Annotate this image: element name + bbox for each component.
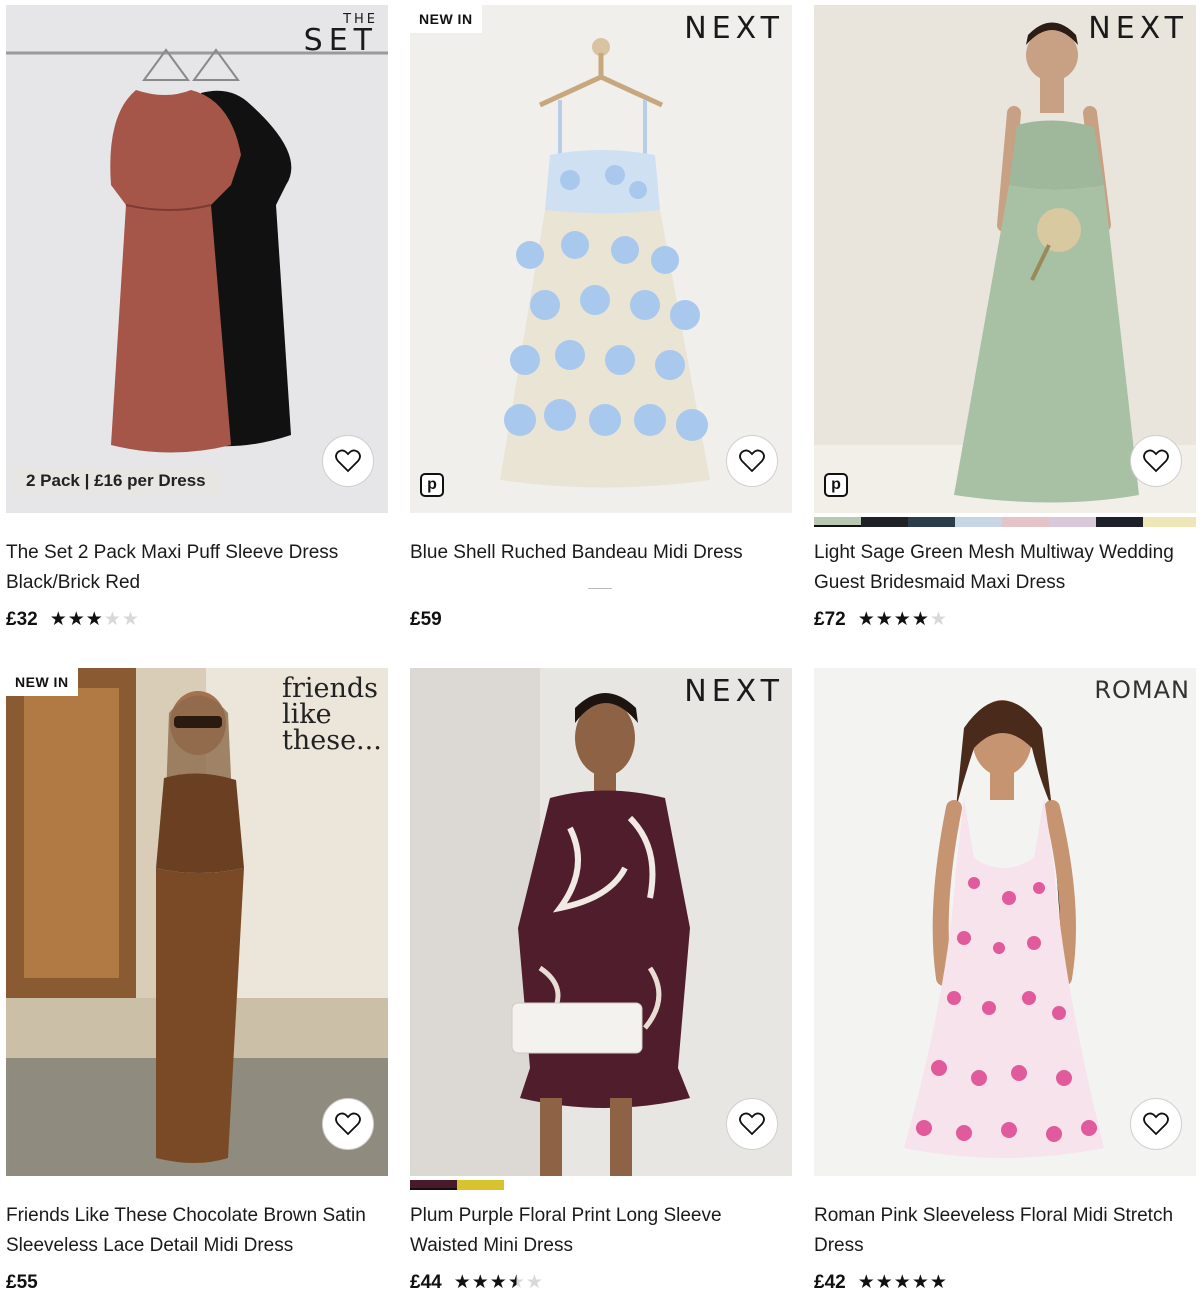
- star-icon: ★: [893, 1272, 911, 1293]
- colour-swatch[interactable]: [1002, 517, 1049, 527]
- star-icon: ★: [875, 609, 893, 630]
- favourite-button[interactable]: [726, 435, 778, 487]
- brand-logo: friends like these...: [282, 675, 382, 756]
- price-row: £55: [6, 1272, 50, 1293]
- star-icon: ★: [67, 609, 85, 630]
- star-icon: ★: [49, 609, 67, 630]
- star-icon: ★: [911, 1272, 929, 1293]
- product-image[interactable]: ROMAN: [814, 668, 1196, 1176]
- price-row: £42 ★ ★ ★ ★ ★: [814, 1272, 947, 1293]
- colour-swatch[interactable]: [908, 517, 955, 527]
- heart-icon: [739, 1112, 765, 1136]
- colour-swatch[interactable]: [1049, 517, 1096, 527]
- p-badge-icon: p: [824, 473, 848, 497]
- star-icon: ★: [489, 1272, 507, 1293]
- heart-icon: [335, 449, 361, 473]
- product-image[interactable]: NEW IN NEXT p: [410, 5, 792, 513]
- star-icon: ★: [875, 1272, 893, 1293]
- colour-swatches: [410, 1180, 792, 1190]
- colour-swatch[interactable]: [861, 517, 908, 527]
- new-in-badge: NEW IN: [6, 668, 78, 696]
- star-icon: ★: [453, 1272, 471, 1293]
- rating-stars: ★ ★ ★ ★ ★: [454, 1273, 543, 1293]
- colour-swatch[interactable]: [1143, 517, 1196, 527]
- favourite-button[interactable]: [322, 1098, 374, 1150]
- brand-logo: NEXT: [684, 674, 784, 709]
- product-title[interactable]: Plum Purple Floral Print Long Sleeve Wai…: [410, 1201, 792, 1261]
- no-rating-divider: [588, 588, 612, 589]
- heart-icon: [335, 1112, 361, 1136]
- product-card[interactable]: NEXT Plum Purple Floral Print Long Sleev…: [410, 668, 792, 1293]
- brand-logo: NEXT: [1088, 11, 1188, 46]
- star-icon: ★: [911, 609, 929, 630]
- price-row: £44 ★ ★ ★ ★ ★: [410, 1272, 543, 1293]
- p-badge-icon: p: [420, 473, 444, 497]
- product-grid: THE SET 2 Pack | £16 per Dress The Set 2…: [0, 0, 1200, 1293]
- product-title[interactable]: Friends Like These Chocolate Brown Satin…: [6, 1201, 388, 1261]
- star-icon: ★: [857, 609, 875, 630]
- product-price: £44: [410, 1272, 442, 1293]
- colour-swatch[interactable]: [457, 1180, 504, 1190]
- star-icon: ★: [471, 1272, 489, 1293]
- favourite-button[interactable]: [1130, 435, 1182, 487]
- product-image[interactable]: NEW IN friends like these...: [6, 668, 388, 1176]
- product-title[interactable]: Roman Pink Sleeveless Floral Midi Stretc…: [814, 1201, 1196, 1261]
- rating-stars: ★ ★ ★ ★ ★: [50, 610, 139, 630]
- product-title[interactable]: Blue Shell Ruched Bandeau Midi Dress: [410, 538, 792, 568]
- product-price: £55: [6, 1272, 38, 1293]
- star-icon: ★: [857, 1272, 875, 1293]
- product-price: £59: [410, 609, 442, 630]
- product-price: £42: [814, 1272, 846, 1293]
- product-card[interactable]: THE SET 2 Pack | £16 per Dress The Set 2…: [6, 5, 388, 630]
- product-price: £72: [814, 609, 846, 630]
- multipack-banner: 2 Pack | £16 per Dress: [14, 467, 220, 495]
- star-icon: ★: [929, 1272, 947, 1293]
- brand-logo: THE SET: [304, 13, 378, 56]
- star-icon: ★: [893, 609, 911, 630]
- dress-photo: [814, 5, 1196, 513]
- dress-photo: [410, 5, 792, 513]
- heart-icon: [1143, 449, 1169, 473]
- heart-icon: [739, 449, 765, 473]
- star-icon: ★: [85, 609, 103, 630]
- dress-photo: [410, 668, 792, 1176]
- star-icon: ★: [929, 609, 947, 630]
- product-image[interactable]: THE SET 2 Pack | £16 per Dress: [6, 5, 388, 513]
- product-image[interactable]: NEXT p: [814, 5, 1196, 513]
- favourite-button[interactable]: [322, 435, 374, 487]
- product-price: £32: [6, 609, 38, 630]
- brand-logo-line: SET: [303, 23, 378, 58]
- product-title[interactable]: Light Sage Green Mesh Multiway Wedding G…: [814, 538, 1196, 598]
- favourite-button[interactable]: [726, 1098, 778, 1150]
- colour-swatches: [814, 517, 1196, 527]
- colour-swatch[interactable]: [955, 517, 1002, 527]
- colour-swatch[interactable]: [410, 1180, 457, 1190]
- rating-stars: ★ ★ ★ ★ ★: [858, 610, 947, 630]
- price-row: £59: [410, 609, 454, 631]
- rating-stars: ★ ★ ★ ★ ★: [858, 1273, 947, 1293]
- product-card[interactable]: NEW IN NEXT p Blue Shell Ruched Bandeau …: [410, 5, 792, 630]
- dress-photo: [6, 5, 388, 513]
- brand-logo: NEXT: [684, 11, 784, 46]
- product-card[interactable]: NEXT p Light Sage Green Mesh Multiway We…: [814, 5, 1196, 630]
- star-icon: ★: [121, 609, 139, 630]
- favourite-button[interactable]: [1130, 1098, 1182, 1150]
- brand-logo-line: these...: [282, 725, 382, 756]
- new-in-badge: NEW IN: [410, 5, 482, 33]
- colour-swatch[interactable]: [814, 517, 861, 527]
- product-image[interactable]: NEXT: [410, 668, 792, 1176]
- product-title[interactable]: The Set 2 Pack Maxi Puff Sleeve Dress Bl…: [6, 538, 388, 598]
- price-row: £32 ★ ★ ★ ★ ★: [6, 609, 139, 631]
- price-row: £72 ★ ★ ★ ★ ★: [814, 609, 947, 631]
- star-icon: ★: [103, 609, 121, 630]
- product-card[interactable]: ROMAN Roman Pink Sleeveless Floral Midi …: [814, 668, 1196, 1293]
- star-icon: ★: [525, 1272, 543, 1293]
- brand-logo: ROMAN: [1094, 676, 1190, 704]
- heart-icon: [1143, 1112, 1169, 1136]
- dress-photo: [814, 668, 1196, 1176]
- colour-swatch[interactable]: [1096, 517, 1143, 527]
- star-half-icon: ★: [507, 1272, 525, 1293]
- product-card[interactable]: NEW IN friends like these... Friends Lik…: [6, 668, 388, 1293]
